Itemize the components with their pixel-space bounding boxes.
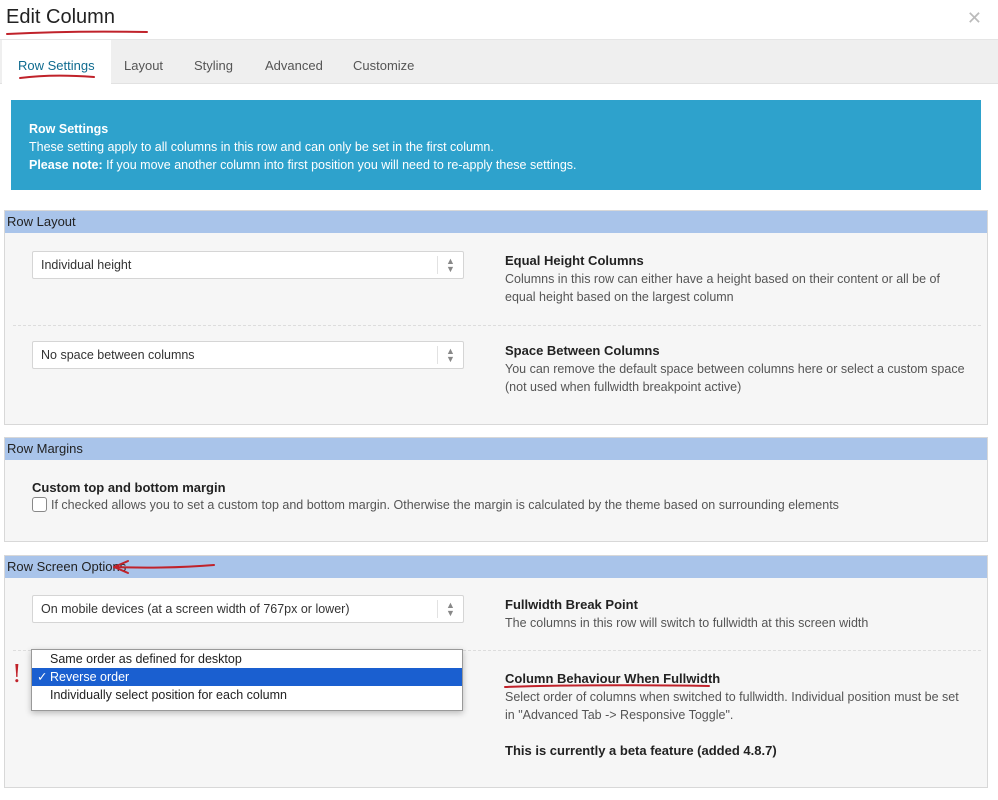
space-between-title: Space Between Columns xyxy=(505,343,660,358)
option-label: Same order as defined for desktop xyxy=(50,652,242,666)
dialog-titlebar: Edit Column ✕ xyxy=(0,0,998,40)
breakpoint-row: On mobile devices (at a screen width of … xyxy=(5,578,987,650)
breakpoint-description: Fullwidth Break Point The columns in thi… xyxy=(505,596,965,632)
row-margins-section: Row Margins Custom top and bottom margin… xyxy=(4,437,988,542)
title-underline-annotation xyxy=(6,30,148,35)
tab-bar: Row Settings Layout Styling Advanced Cus… xyxy=(0,40,998,84)
space-between-row: No space between columns ▲ ▼ Space Betwee… xyxy=(5,325,987,417)
breakpoint-value: On mobile devices (at a screen width of … xyxy=(41,602,350,616)
row-margins-header: Row Margins xyxy=(5,438,987,460)
notice-note: Please note: If you move another column … xyxy=(29,156,963,174)
dropdown-option-selected[interactable]: ✓ Reverse order xyxy=(32,668,462,686)
equal-height-select[interactable]: Individual height ▲ ▼ xyxy=(32,251,464,279)
check-icon: ✓ xyxy=(37,670,48,684)
tab-customize[interactable]: Customize xyxy=(353,40,414,84)
custom-margin-checkbox[interactable] xyxy=(32,497,47,512)
equal-height-desc: Columns in this row can either have a he… xyxy=(505,272,940,304)
select-arrows-icon: ▲ ▼ xyxy=(437,600,463,618)
notice-title: Row Settings xyxy=(29,122,109,136)
equal-height-row: Individual height ▲ ▼ Equal Height Column… xyxy=(5,233,987,325)
row-layout-section: Row Layout Individual height ▲ ▼ Equal He… xyxy=(4,210,988,425)
tab-underline-annotation xyxy=(19,74,95,79)
notice-note-label: Please note: xyxy=(29,158,103,172)
close-icon[interactable]: ✕ xyxy=(967,8,982,29)
equal-height-title: Equal Height Columns xyxy=(505,253,644,268)
space-between-value: No space between columns xyxy=(41,348,195,362)
breakpoint-title: Fullwidth Break Point xyxy=(505,597,638,612)
dialog-title: Edit Column xyxy=(6,6,115,28)
exclamation-annotation: ! xyxy=(12,660,22,688)
behaviour-beta-note: This is currently a beta feature (added … xyxy=(505,743,777,758)
notice-line: These setting apply to all columns in th… xyxy=(29,140,494,154)
tab-styling[interactable]: Styling xyxy=(194,40,233,84)
tab-advanced[interactable]: Advanced xyxy=(265,40,323,84)
space-between-desc: You can remove the default space between… xyxy=(505,362,965,394)
dropdown-option[interactable]: Same order as defined for desktop xyxy=(32,650,462,668)
info-notice: Row Settings These setting apply to all … xyxy=(11,100,981,190)
select-arrows-icon: ▲ ▼ xyxy=(437,256,463,274)
select-arrows-icon: ▲ ▼ xyxy=(437,346,463,364)
equal-height-description: Equal Height Columns Columns in this row… xyxy=(505,252,965,306)
breakpoint-desc: The columns in this row will switch to f… xyxy=(505,616,869,630)
tab-layout[interactable]: Layout xyxy=(124,40,163,84)
option-label: Individually select position for each co… xyxy=(50,688,287,702)
space-between-description: Space Between Columns You can remove the… xyxy=(505,342,965,396)
row-layout-header: Row Layout xyxy=(5,211,987,233)
behaviour-underline-annotation xyxy=(504,684,710,688)
equal-height-value: Individual height xyxy=(41,258,132,272)
dropdown-option[interactable]: Individually select position for each co… xyxy=(32,686,462,704)
custom-margin-title: Custom top and bottom margin xyxy=(32,480,226,495)
arrow-annotation xyxy=(113,560,215,574)
behaviour-dropdown-list[interactable]: Same order as defined for desktop ✓ Rever… xyxy=(31,649,463,711)
breakpoint-select[interactable]: On mobile devices (at a screen width of … xyxy=(32,595,464,623)
notice-note-text: If you move another column into first po… xyxy=(102,158,577,172)
option-label: Reverse order xyxy=(50,670,130,684)
space-between-select[interactable]: No space between columns ▲ ▼ xyxy=(32,341,464,369)
behaviour-desc: Select order of columns when switched to… xyxy=(505,690,959,722)
custom-margin-desc: If checked allows you to set a custom to… xyxy=(51,498,839,512)
